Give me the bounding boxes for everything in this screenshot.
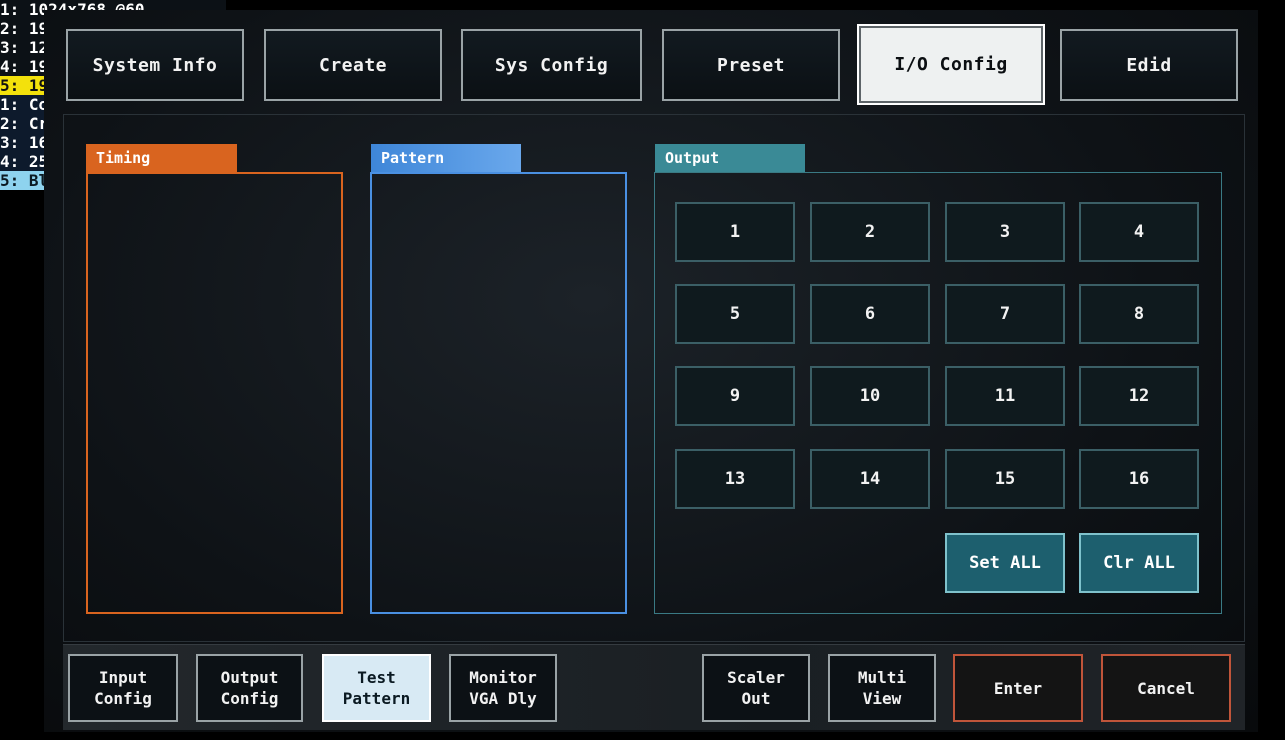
output-button-3[interactable]: 3 [945,202,1065,262]
output-button-5[interactable]: 5 [675,284,795,344]
output-button-14[interactable]: 14 [810,449,930,509]
scaler-out-button[interactable]: Scaler Out [702,654,810,722]
pattern-group [370,172,627,614]
output-button-1[interactable]: 1 [675,202,795,262]
scaler-out-label-1: Scaler [727,668,785,687]
output-button-12[interactable]: 12 [1079,366,1199,426]
output-button-11[interactable]: 11 [945,366,1065,426]
tab-system-info[interactable]: System Info [66,29,244,101]
output-button-16[interactable]: 16 [1079,449,1199,509]
output-button-6[interactable]: 6 [810,284,930,344]
tab-edid[interactable]: Edid [1060,29,1238,101]
multi-view-button[interactable]: Multi View [828,654,936,722]
monitor-vga-dly-button[interactable]: Monitor VGA Dly [449,654,557,722]
test-pattern-label-2: Pattern [342,689,411,708]
output-button-9[interactable]: 9 [675,366,795,426]
output-button-4[interactable]: 4 [1079,202,1199,262]
timing-title: Timing [86,144,237,172]
tab-create[interactable]: Create [264,29,442,101]
test-pattern-label-1: Test [357,668,396,687]
enter-button[interactable]: Enter [953,654,1083,722]
input-config-label-1: Input [98,668,148,687]
output-button-13[interactable]: 13 [675,449,795,509]
cancel-button[interactable]: Cancel [1101,654,1231,722]
timing-group [86,172,343,614]
multi-view-label-1: Multi [857,668,907,687]
set-all-button[interactable]: Set ALL [945,533,1065,593]
output-config-button[interactable]: Output Config [196,654,303,722]
output-config-label-2: Config [220,689,279,708]
output-button-15[interactable]: 15 [945,449,1065,509]
output-config-label-1: Output [220,668,279,687]
clr-all-button[interactable]: Clr ALL [1079,533,1199,593]
pattern-title: Pattern [371,144,521,172]
output-button-2[interactable]: 2 [810,202,930,262]
input-config-label-2: Config [94,689,152,708]
tab-sys-config[interactable]: Sys Config [461,29,642,101]
input-config-button[interactable]: Input Config [68,654,178,722]
output-button-8[interactable]: 8 [1079,284,1199,344]
scaler-out-label-2: Out [741,689,771,708]
tab-io-config[interactable]: I/O Config [857,24,1045,105]
monitor-vga-label-1: Monitor [469,668,537,687]
output-title: Output [655,144,805,172]
test-pattern-button[interactable]: Test Pattern [322,654,431,722]
monitor-vga-label-2: VGA Dly [469,689,537,708]
tab-preset[interactable]: Preset [662,29,840,101]
output-button-7[interactable]: 7 [945,284,1065,344]
output-button-10[interactable]: 10 [810,366,930,426]
multi-view-label-2: View [862,689,902,708]
